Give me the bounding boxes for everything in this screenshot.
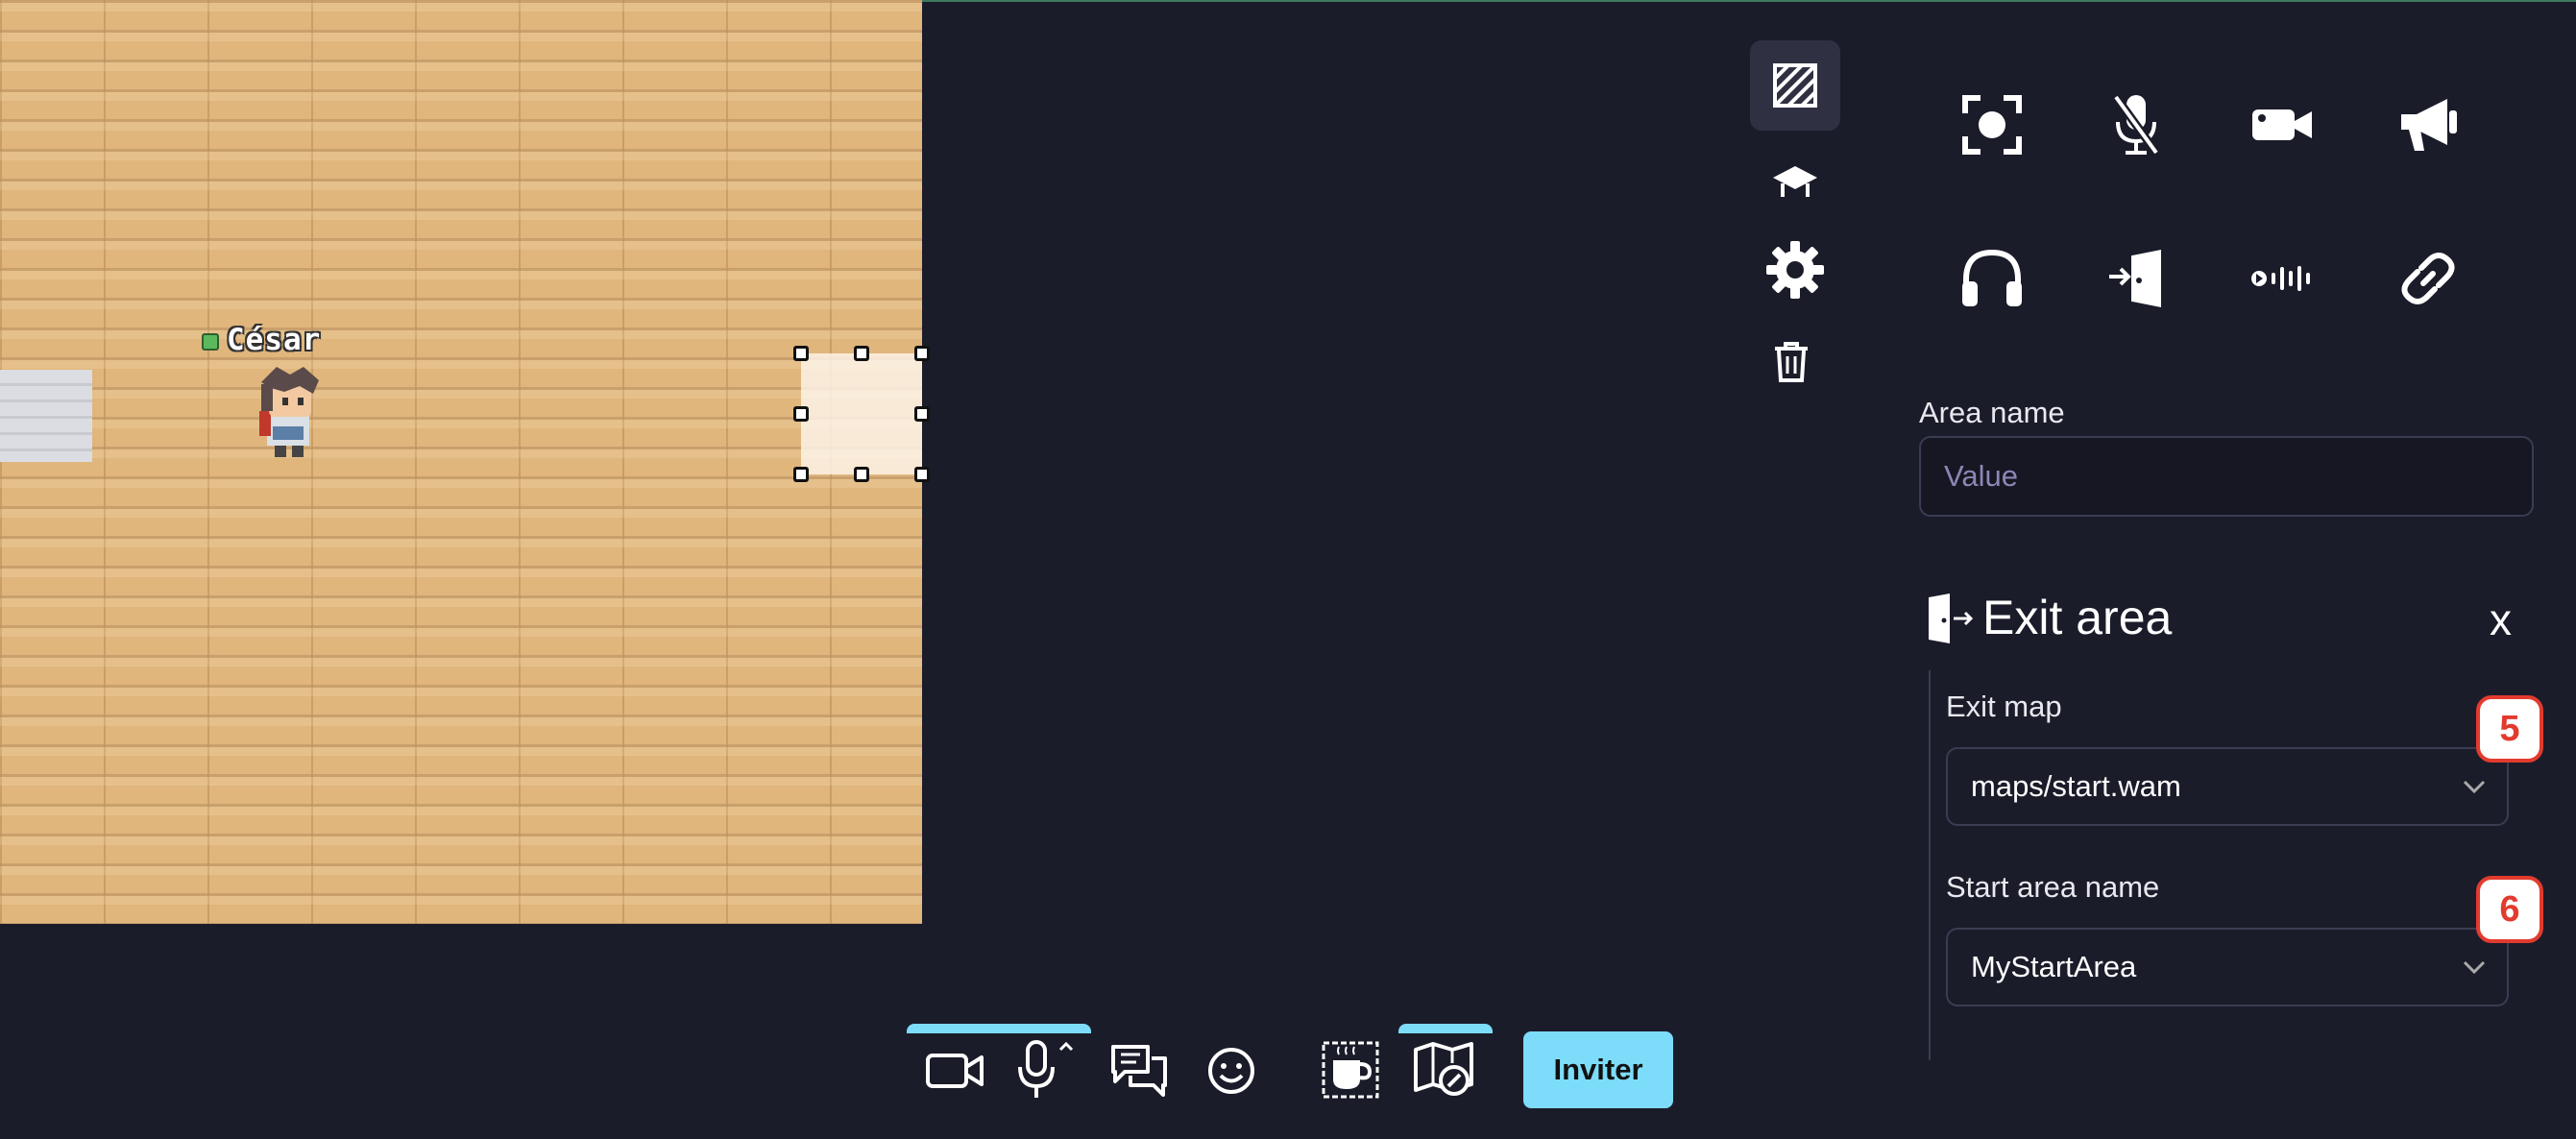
delete-tool-button[interactable]	[1746, 317, 1836, 407]
camera-icon	[926, 1054, 984, 1088]
resize-handle-bottom[interactable]	[854, 467, 869, 482]
away-button[interactable]	[1314, 1033, 1387, 1106]
exit-map-select[interactable]: maps/start.wam	[1946, 747, 2509, 826]
camera-button[interactable]	[918, 1037, 991, 1104]
resize-handle-bottom-right[interactable]	[914, 467, 930, 482]
exit-area-close-button[interactable]: x	[2490, 594, 2512, 645]
resize-handle-bottom-left[interactable]	[793, 467, 809, 482]
emoji-icon	[1208, 1048, 1254, 1094]
microphone-button[interactable]	[1010, 1033, 1083, 1104]
chevron-down-icon	[2463, 960, 2486, 974]
video-camera-icon	[2252, 109, 2312, 140]
exit-map-value: maps/start.wam	[1971, 769, 2181, 803]
headphones-icon	[1962, 249, 2022, 306]
map-carpet-tile	[0, 370, 92, 462]
resize-handle-top-left[interactable]	[793, 346, 809, 361]
area-tool-button[interactable]	[1750, 40, 1840, 131]
game-map[interactable]	[0, 0, 922, 924]
exit-area-icon	[1929, 594, 1974, 643]
area-name-label: Area name	[1919, 396, 2065, 429]
entity-tool-button[interactable]	[1750, 136, 1840, 227]
link-property-button[interactable]	[2370, 221, 2486, 336]
exit-door-icon	[2109, 250, 2161, 307]
settings-gear-icon	[1766, 241, 1824, 299]
chevron-down-icon	[2463, 780, 2486, 793]
play-audio-property-button[interactable]	[1934, 221, 2050, 336]
entity-icon	[1773, 166, 1817, 197]
megaphone-icon	[2401, 99, 2457, 151]
player-avatar[interactable]	[252, 365, 328, 461]
audio-property-button[interactable]	[2224, 221, 2340, 336]
exit-property-button[interactable]	[2078, 221, 2194, 336]
exit-area-title: Exit area	[1982, 591, 2173, 644]
step-badge-5: 5	[2476, 695, 2543, 763]
selected-area[interactable]	[801, 353, 922, 474]
camera-mic-group-accent	[907, 1024, 1091, 1033]
resize-handle-left[interactable]	[793, 406, 809, 422]
exit-map-label: Exit map	[1946, 690, 2062, 723]
listener-zone-property-button[interactable]	[2370, 67, 2486, 182]
chat-button[interactable]	[1103, 1037, 1176, 1104]
area-hatch-icon	[1773, 63, 1817, 108]
player-name: César	[227, 323, 322, 357]
invite-button[interactable]: Inviter	[1523, 1031, 1673, 1108]
start-area-select[interactable]: MyStartArea	[1946, 928, 2509, 1006]
start-area-label: Start area name	[1946, 870, 2160, 904]
player-status-dot	[202, 333, 219, 351]
focusable-property-button[interactable]	[1934, 67, 2050, 182]
settings-tool-button[interactable]	[1750, 225, 1840, 315]
area-name-input[interactable]	[1919, 436, 2534, 517]
microphone-off-icon	[2112, 94, 2160, 156]
exit-section-divider	[1929, 670, 1931, 1060]
start-area-value: MyStartArea	[1971, 950, 2137, 983]
speaker-zone-property-button[interactable]	[2078, 67, 2194, 182]
link-icon	[2401, 253, 2455, 304]
focus-icon	[1962, 95, 2022, 155]
step-badge-6: 6	[2476, 876, 2543, 943]
resize-handle-right[interactable]	[914, 406, 930, 422]
emoji-button[interactable]	[1195, 1037, 1268, 1104]
resize-handle-top[interactable]	[854, 346, 869, 361]
jitsi-property-button[interactable]	[2224, 67, 2340, 182]
trash-icon	[1775, 342, 1808, 382]
audio-wave-icon	[2251, 266, 2310, 291]
coffee-icon	[1322, 1041, 1379, 1099]
chat-icon	[1111, 1045, 1167, 1097]
map-editor-icon	[1414, 1042, 1473, 1096]
resize-handle-top-right[interactable]	[914, 346, 930, 361]
map-editor-accent	[1398, 1024, 1493, 1033]
microphone-icon	[1018, 1040, 1074, 1098]
map-editor-button[interactable]	[1408, 1037, 1481, 1104]
